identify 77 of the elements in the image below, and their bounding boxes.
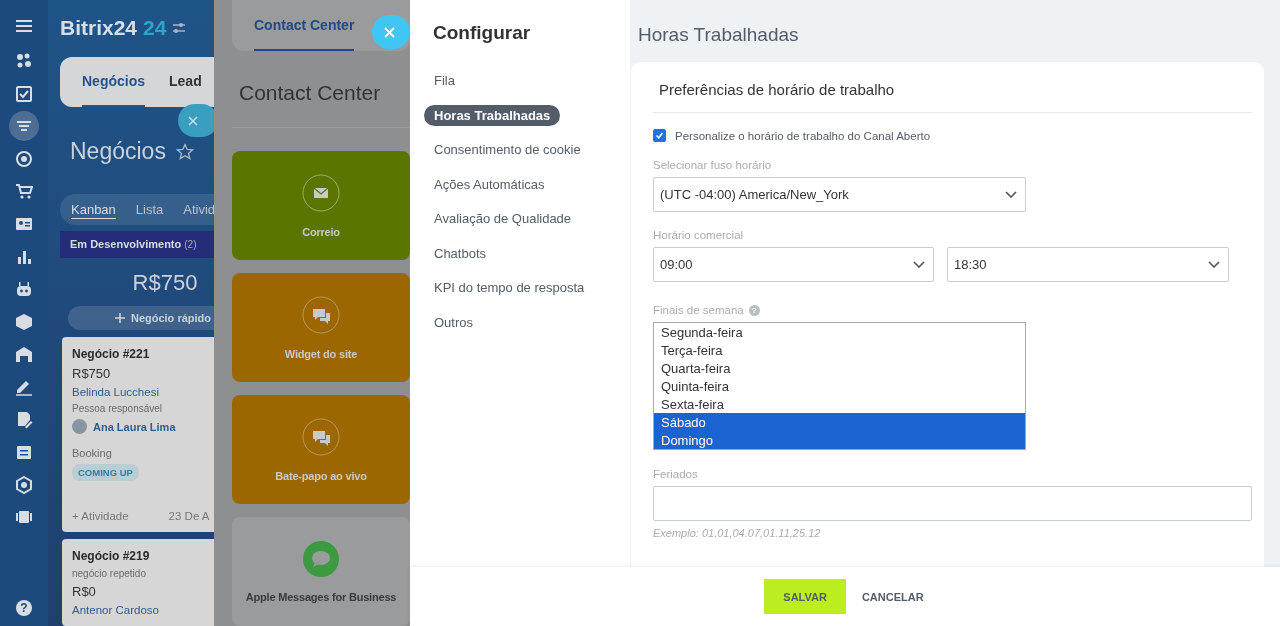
logo-number: 24: [143, 16, 167, 41]
checkmark-icon: [655, 131, 664, 140]
deal-source: Booking: [72, 447, 113, 459]
close-icon: [384, 26, 395, 38]
checkbox[interactable]: [653, 129, 666, 142]
listbox-option[interactable]: Quinta-feira: [654, 377, 1025, 395]
menu-item[interactable]: Outros: [424, 311, 483, 333]
page-title: Horas Trabalhadas: [637, 23, 800, 47]
settings-title: Configurar: [432, 21, 532, 45]
sliders-icon[interactable]: [172, 21, 187, 36]
view-tab[interactable]: Ativid: [183, 202, 214, 218]
menu-item[interactable]: Consentimento de cookie: [424, 139, 591, 160]
chat-bubbles-icon: [302, 295, 340, 334]
save-button[interactable]: SALVAR: [764, 579, 846, 614]
view-tab[interactable]: Kanban: [71, 202, 116, 218]
star-icon[interactable]: [175, 142, 194, 161]
page-title: Negócios: [70, 138, 166, 166]
field-label: Selecionar fuso horário: [653, 159, 773, 171]
section-title: Preferências de horário de trabalho: [653, 62, 1252, 113]
envelope-icon: [302, 173, 340, 212]
weekend-listbox[interactable]: Segunda-feira Terça-feira Quarta-feira Quinta-feira Sexta-feira Sábado Domingo: [653, 322, 1026, 450]
listbox-option[interactable]: Segunda-feira: [654, 323, 1025, 341]
tab[interactable]: Negócios: [82, 56, 145, 108]
status-tag: COMING UP: [72, 464, 139, 481]
field-label: Horário comercial: [653, 229, 745, 241]
listbox-option[interactable]: Domingo: [654, 431, 1025, 449]
responsible-label: Pessoa responsável: [72, 403, 164, 414]
select-field[interactable]: 09:00: [653, 247, 934, 282]
help-icon[interactable]: ?: [16, 600, 32, 616]
field-label: Finais de semana: [653, 304, 744, 316]
listbox-option[interactable]: Sábado: [654, 413, 1025, 431]
chevron-down-icon: [913, 261, 925, 268]
checkbox-label: Personalize o horário de trabalho do Canal Aberto: [675, 129, 931, 142]
listbox-option[interactable]: Terça-feira: [654, 341, 1025, 359]
field-hint: Exemplo: 01.01,04.07,01.11,25.12: [653, 527, 822, 539]
quick-add-button[interactable]: Negócio rápido: [68, 305, 214, 330]
menu-item[interactable]: Avaliação de Qualidade: [424, 208, 582, 229]
tab[interactable]: Lead: [169, 56, 202, 108]
cancel-button[interactable]: CANCELAR: [859, 579, 926, 614]
menu-item[interactable]: Horas Trabalhadas: [424, 104, 561, 126]
deal-card[interactable]: Negócio #219 negócio repetido R$0 Antenor Cardoso: [62, 539, 214, 626]
deal-date: 23 De A: [168, 510, 210, 522]
speech-bubble-icon: [303, 540, 339, 577]
close-icon: [188, 115, 198, 126]
avatar: [72, 419, 87, 434]
filter-icon[interactable]: [9, 111, 39, 142]
deal-title: Negócio #221: [72, 347, 151, 361]
column-title: Em Desenvolvimento: [70, 238, 182, 251]
responsible-name[interactable]: Ana Laura Lima: [93, 420, 176, 433]
menu-icon[interactable]: [16, 18, 32, 32]
contact-link[interactable]: Antenor Cardoso: [72, 604, 214, 616]
chevron-down-icon: [1208, 261, 1220, 268]
close-button[interactable]: [178, 104, 214, 137]
chat-bubbles-icon: [302, 417, 340, 456]
menu-item[interactable]: Fila: [424, 70, 465, 91]
deal-amount: R$750: [72, 366, 112, 381]
app-logo[interactable]: Bitrix24: [60, 16, 138, 41]
chevron-down-icon: [1005, 191, 1017, 198]
column-total: R$750: [131, 268, 199, 297]
holidays-input[interactable]: [653, 486, 1252, 521]
deal-card[interactable]: Negócio #221 R$750 Belinda Lucchesi Pessoa responsável Ana Laura Lima Booking COMING UP + Atividade 23 De A: [62, 337, 214, 532]
select-field[interactable]: 18:30: [947, 247, 1229, 282]
deal-title: Negócio #219: [72, 549, 151, 563]
menu-item[interactable]: Chatbots: [424, 242, 497, 264]
deal-note: negócio repetido: [72, 568, 147, 579]
deal-amount: R$0: [72, 584, 97, 599]
contact-link[interactable]: Belinda Lucchesi: [72, 386, 214, 398]
channel-tile[interactable]: Apple Messages for Business: [232, 517, 410, 626]
menu-item[interactable]: KPI do tempo de resposta: [424, 277, 595, 298]
select-field[interactable]: (UTC -04:00) America/New_York: [653, 177, 1026, 212]
menu-item[interactable]: Ações Automáticas: [424, 173, 555, 195]
listbox-option[interactable]: Quarta-feira: [654, 359, 1025, 377]
plus-icon: [114, 312, 125, 323]
field-label: Feriados: [653, 468, 699, 480]
column-count: (2): [184, 238, 197, 250]
view-tab[interactable]: Lista: [135, 202, 164, 218]
listbox-option[interactable]: Sexta-feira: [654, 395, 1025, 413]
